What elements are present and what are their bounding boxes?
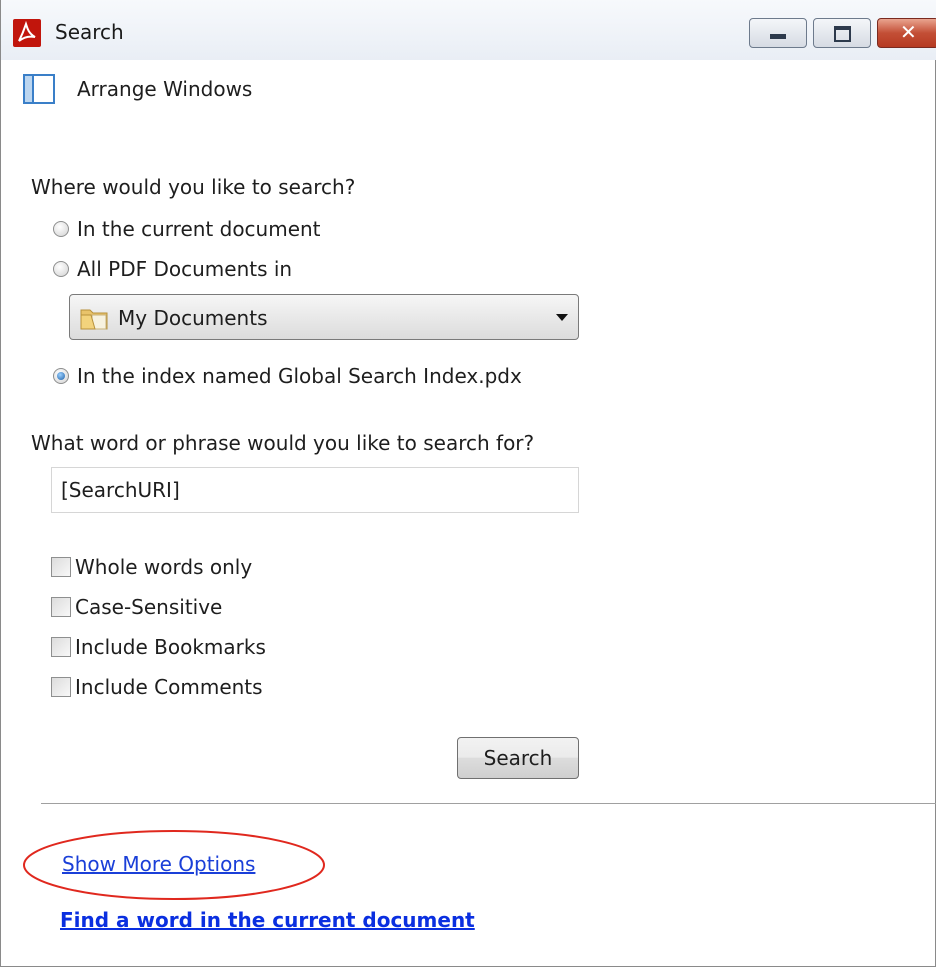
close-icon: ✕	[900, 20, 917, 44]
maximize-icon	[834, 26, 851, 42]
maximize-button[interactable]	[813, 18, 871, 48]
dropdown-selected-value: My Documents	[118, 306, 268, 330]
location-dropdown[interactable]: My Documents	[69, 294, 579, 340]
where-question: Where would you like to search?	[31, 175, 356, 199]
arrange-windows-label: Arrange Windows	[77, 77, 253, 101]
radio-index[interactable]: In the index named Global Search Index.p…	[53, 364, 522, 388]
arrange-windows-button[interactable]: Arrange Windows	[23, 74, 252, 104]
chevron-down-icon	[556, 314, 568, 321]
show-more-options-link[interactable]: Show More Options	[62, 852, 255, 876]
find-word-link[interactable]: Find a word in the current document	[60, 908, 475, 932]
search-window: Search ✕ Arrange Windows Where would you…	[0, 0, 936, 967]
checkbox[interactable]	[51, 677, 71, 697]
minimize-icon	[770, 34, 786, 39]
checkbox[interactable]	[51, 597, 71, 617]
radio-button[interactable]	[53, 221, 69, 237]
arrange-windows-icon	[23, 74, 55, 104]
radio-label: In the current document	[77, 217, 321, 241]
search-button[interactable]: Search	[457, 737, 579, 779]
checkbox[interactable]	[51, 637, 71, 657]
radio-button[interactable]	[53, 261, 69, 277]
radio-label: In the index named Global Search Index.p…	[77, 364, 522, 388]
window-title: Search	[55, 20, 124, 44]
checkbox-label: Include Comments	[75, 675, 263, 699]
checkbox-label: Case-Sensitive	[75, 595, 223, 619]
radio-all-pdf-documents[interactable]: All PDF Documents in	[53, 257, 292, 281]
checkbox-include-bookmarks[interactable]: Include Bookmarks	[51, 635, 266, 659]
checkbox-include-comments[interactable]: Include Comments	[51, 675, 263, 699]
what-question: What word or phrase would you like to se…	[31, 431, 535, 455]
checkbox[interactable]	[51, 557, 71, 577]
divider	[41, 803, 936, 804]
minimize-button[interactable]	[749, 18, 807, 48]
folder-icon	[80, 309, 108, 330]
radio-label: All PDF Documents in	[77, 257, 293, 281]
search-phrase-input[interactable]	[51, 467, 579, 513]
radio-current-document[interactable]: In the current document	[53, 217, 321, 241]
checkbox-whole-words[interactable]: Whole words only	[51, 555, 252, 579]
radio-button-selected[interactable]	[53, 368, 69, 384]
checkbox-label: Include Bookmarks	[75, 635, 266, 659]
checkbox-case-sensitive[interactable]: Case-Sensitive	[51, 595, 222, 619]
close-button[interactable]: ✕	[877, 18, 936, 48]
checkbox-label: Whole words only	[75, 555, 253, 579]
title-bar[interactable]: Search ✕	[1, 0, 936, 60]
adobe-reader-icon	[13, 19, 41, 47]
